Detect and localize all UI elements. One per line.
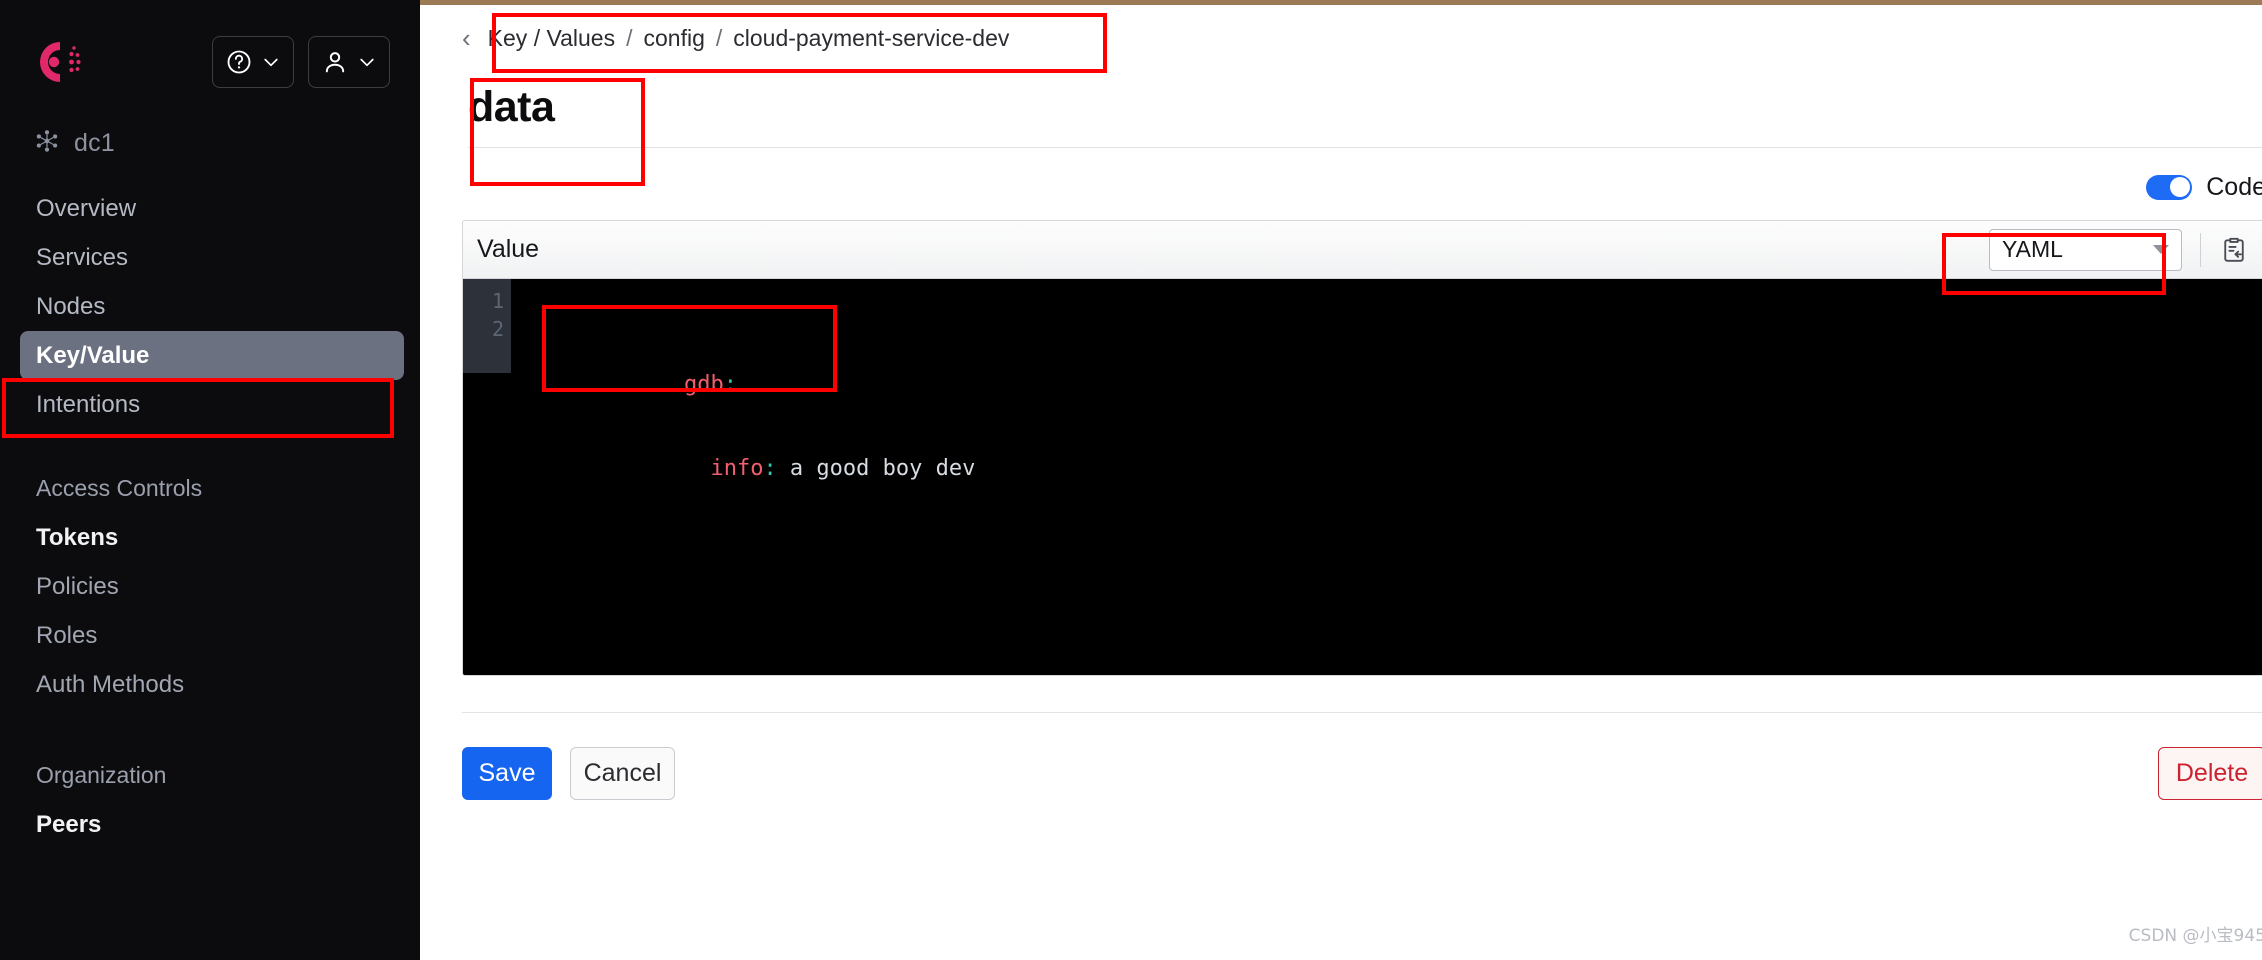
breadcrumb: ‹ Key / Values / config / cloud-payment-… xyxy=(462,5,1009,59)
save-button[interactable]: Save xyxy=(462,747,552,800)
nav-gap-2 xyxy=(0,709,420,751)
yaml-value: a good boy dev xyxy=(776,456,976,481)
form-divider xyxy=(462,712,2262,713)
toggle-knob xyxy=(2169,177,2190,197)
clipboard-paste-icon[interactable] xyxy=(2219,235,2249,265)
editor-code-area[interactable]: gdb: info: a good boy dev xyxy=(511,279,2262,675)
breadcrumb-current: cloud-payment-service-dev xyxy=(733,24,1010,51)
main-content: ‹ Key / Values / config / cloud-payment-… xyxy=(420,0,2262,960)
sidebar-item-intentions[interactable]: Intentions xyxy=(0,380,404,429)
consul-kv-edit-page: dc1 Overview Services Nodes Key/Value In… xyxy=(0,0,2262,960)
code-line: gdb: xyxy=(525,343,2262,397)
language-select[interactable]: YAML xyxy=(1989,228,2182,271)
help-menu-button[interactable] xyxy=(212,36,294,88)
toolbar-divider xyxy=(2200,232,2201,267)
watermark: CSDN @小宝945 xyxy=(2128,926,2262,946)
breadcrumb-separator: / xyxy=(715,24,723,51)
nav-gap-1 xyxy=(0,429,420,464)
sidebar-item-peers[interactable]: Peers xyxy=(0,800,404,849)
datacenter-label: dc1 xyxy=(74,128,115,157)
line-number: 2 xyxy=(491,317,504,341)
value-panel: Value YAML 1 2 gdb: info: a good boy dev xyxy=(462,220,2262,676)
language-select-value: YAML xyxy=(2002,236,2063,262)
line-number: 1 xyxy=(491,289,504,313)
value-panel-header-actions: YAML xyxy=(1989,221,2249,278)
sidebar-header xyxy=(0,0,420,96)
yaml-indent xyxy=(684,456,711,481)
sidebar-item-roles[interactable]: Roles xyxy=(0,611,404,660)
yaml-colon: : xyxy=(723,372,737,397)
question-circle-icon xyxy=(225,48,253,76)
breadcrumb-link-key-values[interactable]: Key / Values xyxy=(488,25,615,52)
code-toggle-switch[interactable] xyxy=(2146,174,2193,200)
code-toggle-label: Code xyxy=(2206,172,2262,201)
code-toggle-row: Code xyxy=(462,164,2262,210)
yaml-colon: : xyxy=(763,456,777,481)
sidebar-item-key-value[interactable]: Key/Value xyxy=(20,331,404,380)
value-panel-header: Value YAML xyxy=(463,221,2262,279)
user-icon xyxy=(321,48,349,76)
delete-button[interactable]: Delete xyxy=(2158,747,2262,800)
user-menu-button[interactable] xyxy=(308,36,390,88)
sidebar-section-access-controls: Access Controls xyxy=(36,475,203,501)
yaml-key: info xyxy=(710,456,764,481)
sidebar-header-actions xyxy=(212,36,390,88)
yaml-key: gdb xyxy=(683,372,724,397)
sidebar-item-overview[interactable]: Overview xyxy=(0,184,404,233)
datacenter-nodes-icon xyxy=(34,128,60,159)
chevron-down-icon xyxy=(261,52,281,72)
sidebar-section-organization: Organization xyxy=(36,762,167,788)
code-editor[interactable]: 1 2 gdb: info: a good boy dev xyxy=(463,279,2262,675)
title-divider xyxy=(468,147,2262,148)
caret-down-icon xyxy=(2153,245,2169,254)
sidebar: dc1 Overview Services Nodes Key/Value In… xyxy=(0,0,420,960)
breadcrumb-separator: / xyxy=(626,24,633,51)
datacenter-selector[interactable]: dc1 xyxy=(0,96,420,157)
sidebar-item-auth-methods[interactable]: Auth Methods xyxy=(0,660,404,709)
sidebar-item-services[interactable]: Services xyxy=(0,233,404,282)
form-actions: Save Cancel Delete xyxy=(462,747,2262,800)
sidebar-item-tokens[interactable]: Tokens xyxy=(0,513,404,562)
consul-logo-icon xyxy=(30,34,86,90)
page-title: data xyxy=(468,83,555,131)
sidebar-item-policies[interactable]: Policies xyxy=(0,562,404,611)
sidebar-nav: Overview Services Nodes Key/Value Intent… xyxy=(0,184,420,849)
chevron-down-icon xyxy=(357,52,377,72)
chevron-left-icon[interactable]: ‹ xyxy=(462,25,471,51)
value-field-label: Value xyxy=(477,235,540,263)
cancel-button[interactable]: Cancel xyxy=(570,747,675,800)
sidebar-item-nodes[interactable]: Nodes xyxy=(0,282,404,331)
editor-gutter: 1 2 xyxy=(463,279,511,373)
code-line: info: a good boy dev xyxy=(525,427,2262,481)
breadcrumb-link-config[interactable]: config xyxy=(643,25,704,52)
